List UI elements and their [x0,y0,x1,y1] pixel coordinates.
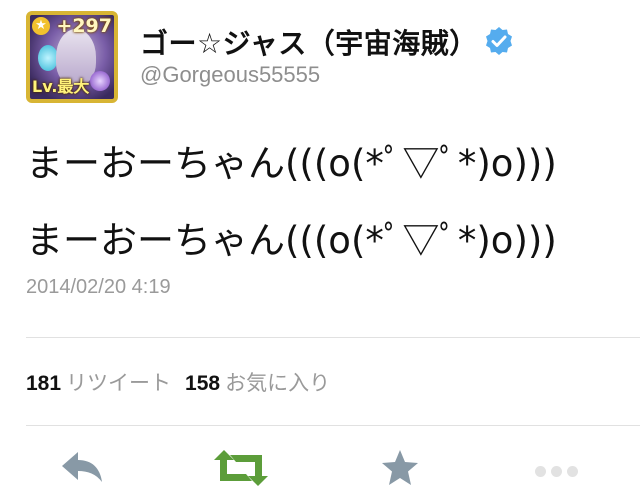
divider [26,425,640,426]
avatar-plus-text: +297 [56,15,112,37]
retweet-icon[interactable] [212,448,270,488]
reply-icon[interactable] [58,448,106,488]
retweets-label: リツイート [66,372,172,395]
verified-badge-icon [486,27,512,55]
retweets-stat[interactable]: 181 リツイート [26,372,171,395]
favorites-label: お気に入り [225,372,331,395]
star-badge-icon: ★ [32,17,50,35]
favorites-stat[interactable]: 158 お気に入り [185,372,330,395]
star-icon[interactable] [380,448,420,488]
display-name[interactable]: ゴー☆ジャス（宇宙海賊） [140,22,478,62]
avatar[interactable]: ★ +297 Lv.最大 [26,11,118,103]
favorites-count: 158 [185,372,221,395]
tweet-stats: 181 リツイート 158 お気に入り [26,367,330,397]
user-handle[interactable]: @Gorgeous55555 [140,62,320,88]
gem-icon [38,45,58,71]
avatar-level-text: Lv.最大 [32,77,90,96]
divider [26,337,640,338]
more-dots-icon[interactable] [535,462,583,481]
orb-icon [90,71,110,91]
tweet-text-line: まーおーちゃん(((o(*ﾟ▽ﾟ*)o))) [26,142,557,185]
tweet-text-line: まーおーちゃん(((o(*ﾟ▽ﾟ*)o))) [26,219,557,262]
tweet-actions [0,448,640,498]
tweet-timestamp: 2014/02/20 4:19 [26,276,171,298]
retweets-count: 181 [26,372,62,395]
